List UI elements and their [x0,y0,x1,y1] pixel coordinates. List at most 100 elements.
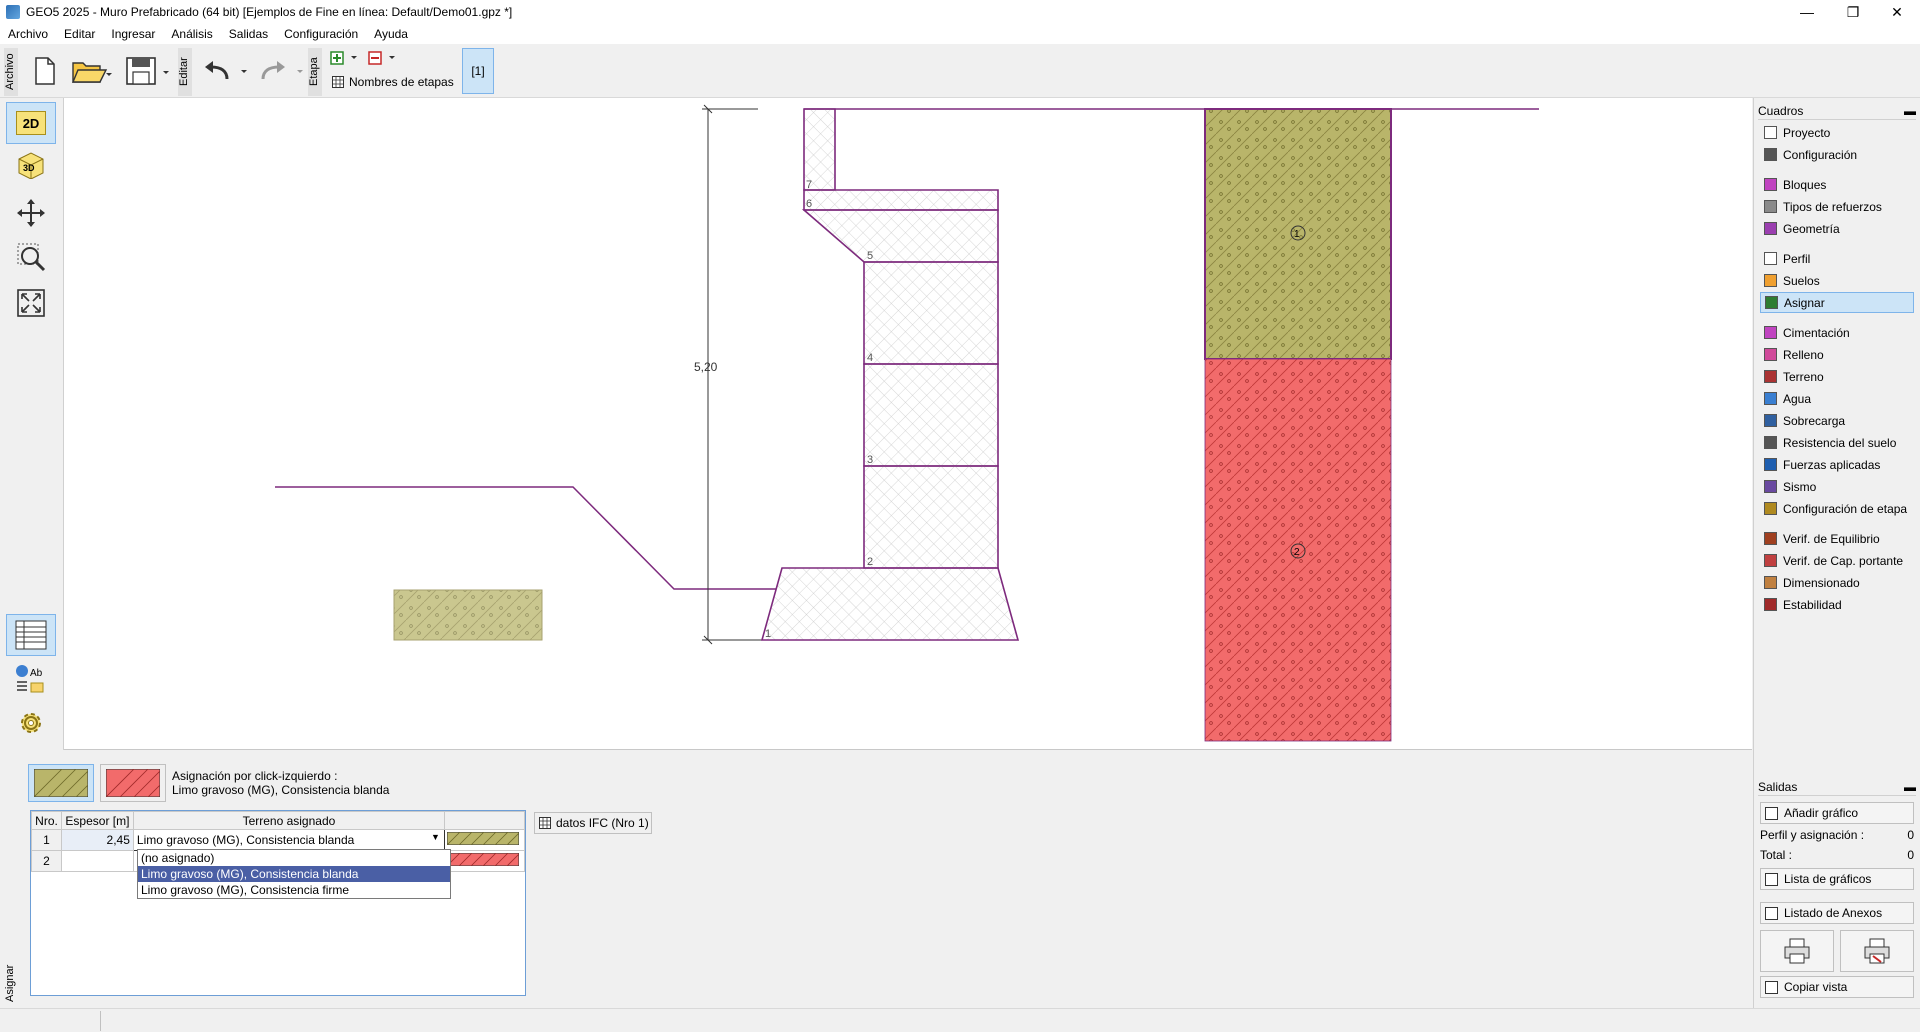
title-bar: GEO5 2025 - Muro Prefabricado (64 bit) [… [0,0,1920,24]
dropdown-option[interactable]: Limo gravoso (MG), Consistencia firme [138,882,450,898]
frame-item-cimentación[interactable]: Cimentación [1760,322,1914,343]
dropdown-option[interactable]: (no asignado) [138,850,450,866]
frame-item-estabilidad[interactable]: Estabilidad [1760,594,1914,615]
stability-icon [1764,598,1777,611]
move-arrows-icon [17,199,45,227]
soil-icon [1764,274,1777,287]
soil-select[interactable]: Limo gravoso (MG), Consistencia blanda [137,833,354,847]
undo-icon[interactable] [200,56,248,86]
collapse-icon[interactable]: ▬ [1904,780,1916,794]
frames-title: Cuadros [1758,103,1804,118]
block-5 [801,209,999,263]
maximize-button[interactable]: ❐ [1830,0,1876,24]
block-7 [803,108,836,191]
frame-item-sobrecarga[interactable]: Sobrecarga [1760,410,1914,431]
drawing-canvas[interactable]: 5,20 7 6 5 4 3 2 1 1 2 [64,98,1752,750]
add-stage-icon[interactable] [330,50,360,66]
menu-archivo[interactable]: Archivo [0,27,56,41]
soil-1-assign-button[interactable] [28,764,94,802]
graph-list-button[interactable]: Lista de gráficos [1760,868,1914,890]
block-number: 2 [867,556,873,568]
foundation-icon [1764,326,1777,339]
frame-item-verif-de-equilibrio[interactable]: Verif. de Equilibrio [1760,528,1914,549]
legend-button[interactable]: Ab [6,658,56,700]
zoom-window-button[interactable] [6,236,56,278]
assign-info-line1: Asignación por click-izquierdo : [172,769,338,783]
geometry-icon [1764,222,1777,235]
dimension-line [702,108,764,641]
frame-item-tipos-de-refuerzos[interactable]: Tipos de refuerzos [1760,196,1914,217]
view-2d-button[interactable]: 2D [6,102,56,144]
frame-item-asignar[interactable]: Asignar [1760,292,1914,313]
table-icon [539,817,551,829]
redo-icon[interactable] [256,56,304,86]
frame-item-label: Perfil [1783,251,1811,266]
frame-item-label: Cimentación [1783,325,1850,340]
print-button[interactable] [1760,930,1834,972]
menu-ayuda[interactable]: Ayuda [366,27,416,41]
remove-stage-icon[interactable] [368,50,398,66]
dimensioning-icon [1764,576,1777,589]
svg-text:3D: 3D [23,163,35,173]
frame-item-proyecto[interactable]: Proyecto [1760,122,1914,143]
stage-names-button[interactable]: Nombres de etapas [332,75,454,89]
frame-item-label: Configuración [1783,147,1858,162]
frame-item-geometría[interactable]: Geometría [1760,218,1914,239]
collapse-icon[interactable]: ▬ [1904,104,1916,118]
frame-item-bloques[interactable]: Bloques [1760,174,1914,195]
block-number: 3 [867,454,873,466]
frames-header: Cuadros ▬ [1758,102,1916,120]
soil-dropdown-list[interactable]: (no asignado) Limo gravoso (MG), Consist… [137,849,451,899]
menu-analisis[interactable]: Análisis [163,27,220,41]
minimize-button[interactable]: — [1784,0,1830,24]
annex-list-button[interactable]: Listado de Anexos [1760,902,1914,924]
2d-icon: 2D [16,111,46,135]
frame-item-label: Sobrecarga [1783,413,1846,428]
menu-ingresar[interactable]: Ingresar [103,27,163,41]
frame-item-perfil[interactable]: Perfil [1760,248,1914,269]
close-button[interactable]: ✕ [1874,0,1920,24]
menu-salidas[interactable]: Salidas [221,27,276,41]
copy-icon [1765,980,1778,994]
grid-table-icon [15,620,47,650]
frame-item-sismo[interactable]: Sismo [1760,476,1914,497]
block-number: 5 [867,250,873,262]
frame-item-agua[interactable]: Agua [1760,388,1914,409]
view-3d-button[interactable]: 3D [6,144,56,186]
open-folder-icon[interactable] [70,54,114,88]
frame-item-terreno[interactable]: Terreno [1760,366,1914,387]
soil-2-assign-button[interactable] [100,764,166,802]
assign-icon [1765,296,1778,309]
frame-item-fuerzas-aplicadas[interactable]: Fuerzas aplicadas [1760,454,1914,475]
stage-1-button[interactable]: [1] [462,48,494,94]
frame-item-resistencia-del-suelo[interactable]: Resistencia del suelo [1760,432,1914,453]
frame-item-verif-de-cap-portante[interactable]: Verif. de Cap. portante [1760,550,1914,571]
table-view-button[interactable] [6,614,56,656]
group-label-archivo: Archivo [4,48,18,96]
frame-item-dimensionado[interactable]: Dimensionado [1760,572,1914,593]
ifc-data-button[interactable]: datos IFC (Nro 1) [534,812,652,834]
chevron-down-icon[interactable]: ▼ [431,832,440,842]
zoom-extents-button[interactable] [6,282,56,324]
backfill-icon [1764,348,1777,361]
frame-item-configuración[interactable]: Configuración [1760,144,1914,165]
block-4 [863,261,999,365]
pan-button[interactable] [6,192,56,234]
frame-item-relleno[interactable]: Relleno [1760,344,1914,365]
menu-configuracion[interactable]: Configuración [276,27,366,41]
frame-item-configuración-de-etapa[interactable]: Configuración de etapa [1760,498,1914,519]
add-graph-button[interactable]: Añadir gráfico [1760,802,1914,824]
save-icon[interactable] [124,54,172,88]
print-pdf-button[interactable] [1840,930,1914,972]
frame-item-suelos[interactable]: Suelos [1760,270,1914,291]
drawing-settings-button[interactable] [6,702,56,744]
menu-editar[interactable]: Editar [56,27,103,41]
profile-count: Perfil y asignación :0 [1760,828,1914,842]
assign-panel: Asignar Asignación por click-izquierdo :… [0,750,1753,1008]
copy-view-button[interactable]: Copiar vista [1760,976,1914,998]
block-number: 1 [765,628,771,640]
outputs-header: Salidas ▬ [1758,778,1916,796]
dropdown-option[interactable]: Limo gravoso (MG), Consistencia blanda [138,866,450,882]
new-file-icon[interactable] [30,54,60,88]
table-row[interactable]: 1 2,45 Limo gravoso (MG), Consistencia b… [31,829,526,851]
